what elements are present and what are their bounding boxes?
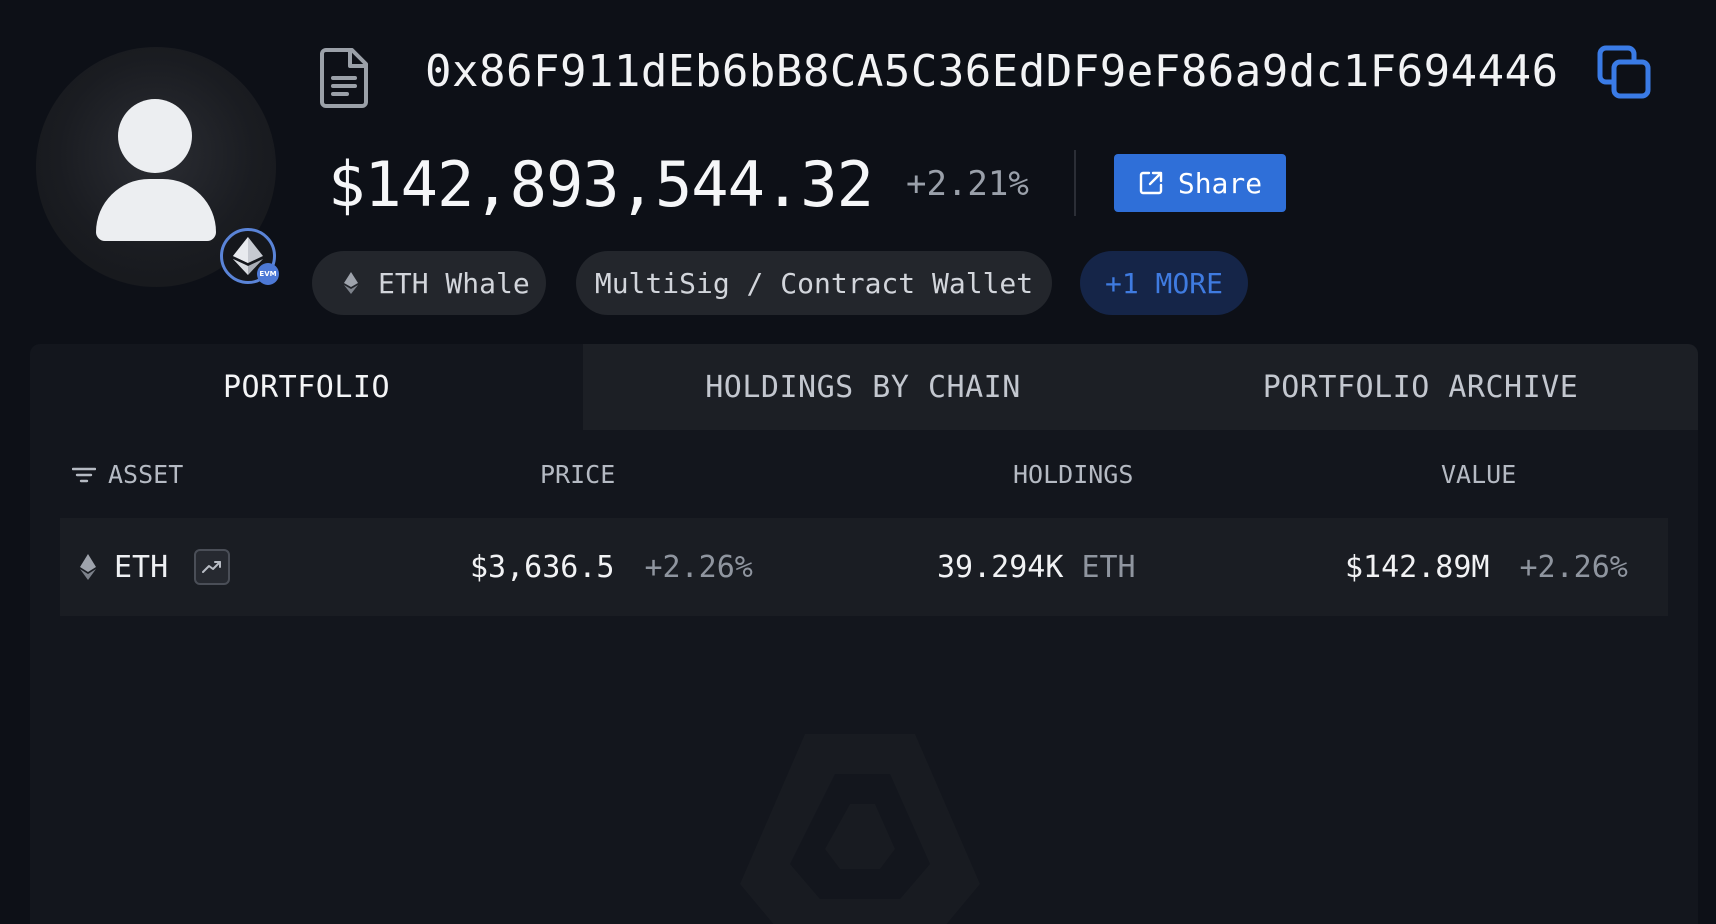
document-icon[interactable] <box>320 48 370 108</box>
price-chart-button[interactable] <box>194 549 231 585</box>
holdings-amount: 39.294K <box>937 549 1064 585</box>
arkham-logo-watermark <box>740 734 980 924</box>
holdings-column-header[interactable]: HOLDINGS <box>1013 460 1133 490</box>
price-value: $3,636.5 <box>470 549 615 585</box>
value-cell: $142.89M +2.26% <box>1345 518 1628 616</box>
holdings-cell: 39.294K ETH <box>937 518 1136 616</box>
tab-label: PORTFOLIO ARCHIVE <box>1262 369 1579 405</box>
tag-label: ETH Whale <box>378 266 530 300</box>
portfolio-panel: PORTFOLIO HOLDINGS BY CHAIN PORTFOLIO AR… <box>30 344 1698 924</box>
tag-multisig-contract-wallet[interactable]: MultiSig / Contract Wallet <box>576 251 1052 315</box>
wallet-profile-page: EVM 0x86F911dEb6bB8CA5C36EdDF9eF86a9dc1F… <box>0 0 1716 924</box>
price-column-header[interactable]: PRICE <box>540 460 615 490</box>
asset-cell: ETH <box>80 518 231 616</box>
tab-label: PORTFOLIO <box>222 369 391 405</box>
tab-portfolio-archive[interactable]: PORTFOLIO ARCHIVE <box>1143 344 1698 430</box>
trending-up-icon <box>202 561 222 573</box>
tab-holdings-by-chain[interactable]: HOLDINGS BY CHAIN <box>583 344 1143 430</box>
tag-more-button[interactable]: +1 MORE <box>1080 251 1248 315</box>
holdings-unit: ETH <box>1081 549 1136 585</box>
value-amount: $142.89M <box>1345 549 1490 585</box>
price-cell: $3,636.5 +2.26% <box>470 518 753 616</box>
wallet-address: 0x86F911dEb6bB8CA5C36EdDF9eF86a9dc1F6944… <box>425 46 1559 97</box>
balance-change: +2.21% <box>906 164 1029 204</box>
share-button[interactable]: Share <box>1114 154 1286 212</box>
filter-icon <box>72 467 96 483</box>
total-balance: $142,893,544.32 <box>328 148 874 221</box>
external-link-icon <box>1139 171 1163 195</box>
avatar-body <box>96 179 216 241</box>
eth-icon <box>344 272 358 294</box>
copy-icon[interactable] <box>1596 44 1652 100</box>
eth-icon <box>80 554 96 580</box>
avatar-head <box>118 99 192 173</box>
asset-name: ETH <box>114 549 169 585</box>
tab-label: HOLDINGS BY CHAIN <box>705 369 1021 405</box>
share-label: Share <box>1177 166 1263 200</box>
tab-portfolio[interactable]: PORTFOLIO <box>30 344 583 430</box>
divider <box>1074 150 1076 216</box>
tag-label: +1 MORE <box>1104 266 1223 300</box>
tab-bar: PORTFOLIO HOLDINGS BY CHAIN PORTFOLIO AR… <box>30 344 1698 430</box>
asset-column-header[interactable]: ASSET <box>72 460 183 490</box>
evm-badge: EVM <box>257 263 279 285</box>
price-change: +2.26% <box>644 549 753 585</box>
asset-header-label: ASSET <box>108 460 184 489</box>
tag-eth-whale[interactable]: ETH Whale <box>312 251 546 315</box>
ethereum-chain-icon: EVM <box>220 228 279 285</box>
value-column-header[interactable]: VALUE <box>1441 460 1516 490</box>
tag-label: MultiSig / Contract Wallet <box>594 266 1034 300</box>
value-change: +2.26% <box>1519 549 1628 585</box>
table-row[interactable]: ETH $3,636.5 +2.26% 39.294K ETH $142.89M… <box>60 518 1668 616</box>
